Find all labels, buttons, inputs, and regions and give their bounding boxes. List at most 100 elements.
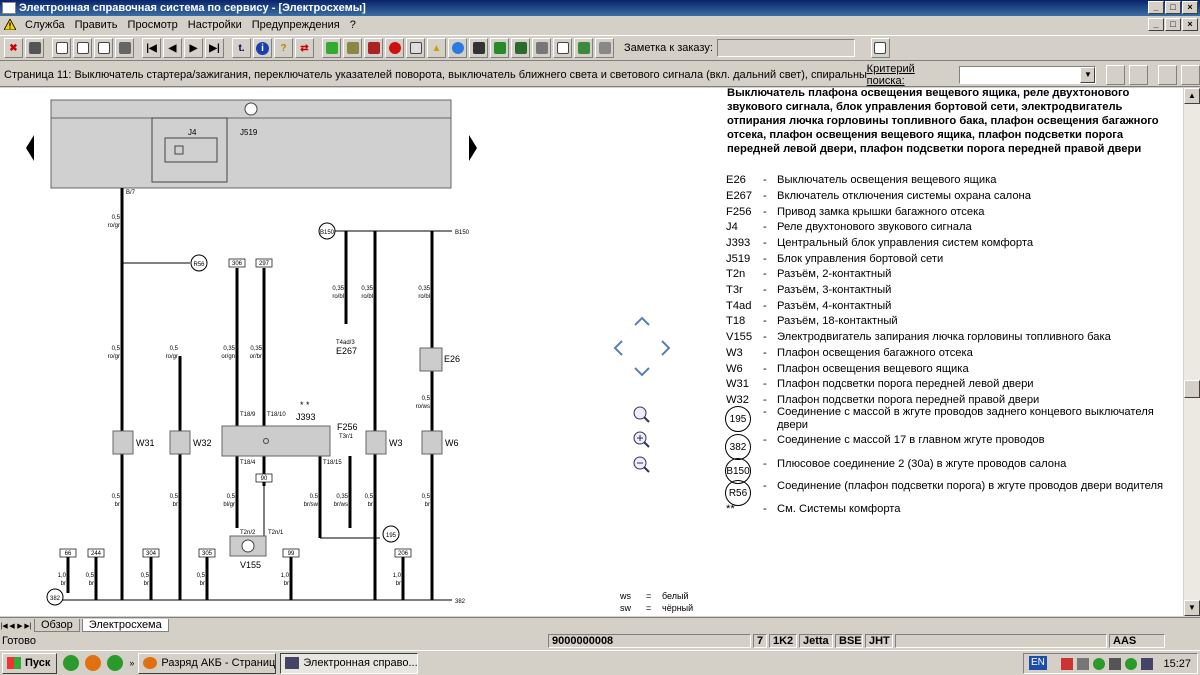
doc-close-button[interactable]: × bbox=[1182, 18, 1198, 31]
maximize-button[interactable]: □ bbox=[1165, 1, 1181, 14]
layers-button[interactable] bbox=[595, 38, 614, 58]
firefox-icon[interactable] bbox=[85, 655, 102, 671]
start-button[interactable]: Пуск bbox=[2, 652, 58, 674]
wire-color: ro/gr bbox=[166, 354, 178, 360]
tray-icon[interactable] bbox=[1125, 657, 1138, 670]
tab-overview[interactable]: Обзор bbox=[34, 619, 80, 632]
new-doc-button[interactable] bbox=[52, 38, 71, 58]
legend-desc: Привод замка крышки багажного отсека bbox=[777, 206, 985, 218]
wrench-button[interactable] bbox=[490, 38, 509, 58]
info-button[interactable]: i bbox=[253, 38, 272, 58]
font-larger-button[interactable] bbox=[1181, 64, 1200, 85]
check-button[interactable] bbox=[553, 38, 572, 58]
search-next-button[interactable] bbox=[1129, 64, 1149, 85]
first-page-button[interactable]: |◀ bbox=[142, 38, 161, 58]
zoom-in-icon[interactable] bbox=[633, 406, 650, 423]
tab-last-icon[interactable]: ▶| bbox=[24, 621, 32, 632]
wiring-diagram[interactable]: J4 J519 R56 B150 195 382 306 297 90 66 2… bbox=[0, 88, 605, 616]
scroll-up-icon[interactable]: ▲ bbox=[1184, 88, 1200, 104]
torrent-icon[interactable] bbox=[63, 655, 80, 671]
search-button[interactable] bbox=[1106, 64, 1126, 85]
info-icon: i bbox=[256, 41, 269, 55]
warning-button[interactable]: ▲ bbox=[427, 38, 446, 58]
tray-icon[interactable] bbox=[1077, 657, 1090, 670]
font-smaller-button[interactable] bbox=[1158, 64, 1178, 85]
scroll-down-icon[interactable]: ▼ bbox=[1184, 600, 1200, 616]
tab-first-icon[interactable]: |◀ bbox=[0, 621, 8, 632]
prev-page-button[interactable]: ◀ bbox=[163, 38, 182, 58]
car-button[interactable] bbox=[115, 38, 134, 58]
wire-size: 0,5 bbox=[141, 573, 150, 579]
calc-icon bbox=[346, 42, 359, 54]
speaker-icon[interactable] bbox=[1109, 657, 1122, 670]
blank-field bbox=[895, 634, 1107, 648]
chevron-down-icon[interactable]: ▼ bbox=[1080, 66, 1096, 83]
close-doc-button[interactable]: ✖ bbox=[4, 38, 23, 58]
tools-button[interactable] bbox=[574, 38, 593, 58]
tray-icon[interactable] bbox=[1141, 657, 1154, 670]
chevron-right-icon[interactable]: » bbox=[129, 658, 134, 668]
doc-restore-button[interactable]: □ bbox=[1165, 18, 1181, 31]
legend-dash: - bbox=[763, 206, 767, 218]
close-button[interactable]: × bbox=[1182, 1, 1198, 14]
next-page-arrow[interactable] bbox=[469, 135, 477, 161]
scroll-thumb[interactable] bbox=[1184, 380, 1200, 398]
tray-icon[interactable] bbox=[1061, 657, 1074, 670]
book-button[interactable] bbox=[364, 38, 383, 58]
tray-icon[interactable] bbox=[1093, 657, 1106, 670]
ref-244: 244 bbox=[91, 551, 102, 557]
legend-item: V155- Электродвигатель запирания лючка го… bbox=[720, 331, 1182, 344]
next-page-button[interactable]: ▶ bbox=[184, 38, 203, 58]
menu-view[interactable]: Просмотр bbox=[123, 19, 183, 31]
copy-button[interactable] bbox=[94, 38, 113, 58]
order-note-button[interactable] bbox=[870, 38, 890, 58]
status-text: Готово bbox=[2, 635, 36, 647]
calc-button[interactable] bbox=[343, 38, 362, 58]
order-note-input[interactable] bbox=[716, 39, 855, 57]
disk-button[interactable] bbox=[469, 38, 488, 58]
tree-button[interactable] bbox=[322, 38, 341, 58]
print-button[interactable] bbox=[25, 38, 44, 58]
menu-edit[interactable]: Править bbox=[70, 19, 123, 31]
zoom-out-icon[interactable] bbox=[633, 456, 650, 473]
zoom-plus-icon[interactable] bbox=[633, 431, 650, 448]
doc-minimize-button[interactable]: _ bbox=[1148, 18, 1164, 31]
wire-size: 0,5 bbox=[112, 346, 121, 352]
wire-size: 0,35 bbox=[332, 286, 344, 292]
pan-right-icon[interactable] bbox=[661, 340, 671, 356]
taskbar-item-browser[interactable]: Разряд АКБ - Страница... bbox=[138, 652, 277, 674]
wire-color: ro/gr bbox=[108, 354, 120, 360]
menu-service[interactable]: Служба bbox=[20, 19, 70, 31]
list-button[interactable] bbox=[406, 38, 425, 58]
vertical-scrollbar[interactable]: ▲ ▼ bbox=[1183, 88, 1200, 616]
menu-help[interactable]: ? bbox=[345, 19, 361, 31]
swap-button[interactable]: ⇄ bbox=[295, 38, 314, 58]
stop-button[interactable] bbox=[385, 38, 404, 58]
tab-next-icon[interactable]: ▶ bbox=[16, 621, 24, 632]
last-page-button[interactable]: ▶| bbox=[205, 38, 224, 58]
menu-settings[interactable]: Настройки bbox=[183, 19, 247, 31]
edit-button[interactable] bbox=[73, 38, 92, 58]
wire-color: br bbox=[89, 581, 94, 587]
print-preview-button[interactable] bbox=[532, 38, 551, 58]
pan-down-icon[interactable] bbox=[634, 367, 650, 377]
pan-left-icon[interactable] bbox=[613, 340, 623, 356]
minimize-button[interactable]: _ bbox=[1148, 1, 1164, 14]
legend-desc: Плюсовое соединение 2 (30а) в жгуте пров… bbox=[777, 458, 1067, 470]
globe-button[interactable] bbox=[448, 38, 467, 58]
search-criteria-select[interactable]: ▼ bbox=[959, 65, 1097, 84]
pan-up-icon[interactable] bbox=[634, 316, 650, 326]
legend-item: T3r - Разъём, 3-контактный bbox=[720, 284, 1182, 297]
tab-wiring-diagram[interactable]: Электросхема bbox=[81, 619, 169, 632]
taskbar-item-elsa[interactable]: Электронная справо... bbox=[280, 652, 419, 674]
w6-label: W6 bbox=[445, 438, 459, 448]
t-button[interactable]: t. bbox=[232, 38, 251, 58]
torrent-icon[interactable] bbox=[107, 655, 124, 671]
prev-page-arrow[interactable] bbox=[26, 135, 34, 161]
window-title: Электронная справочная система по сервис… bbox=[19, 2, 366, 14]
menu-warnings[interactable]: Предупреждения bbox=[247, 19, 345, 31]
legend-code: E267 bbox=[726, 190, 753, 202]
tab-prev-icon[interactable]: ◀ bbox=[8, 621, 16, 632]
help-button[interactable]: ? bbox=[274, 38, 293, 58]
vehicle-button[interactable] bbox=[511, 38, 530, 58]
